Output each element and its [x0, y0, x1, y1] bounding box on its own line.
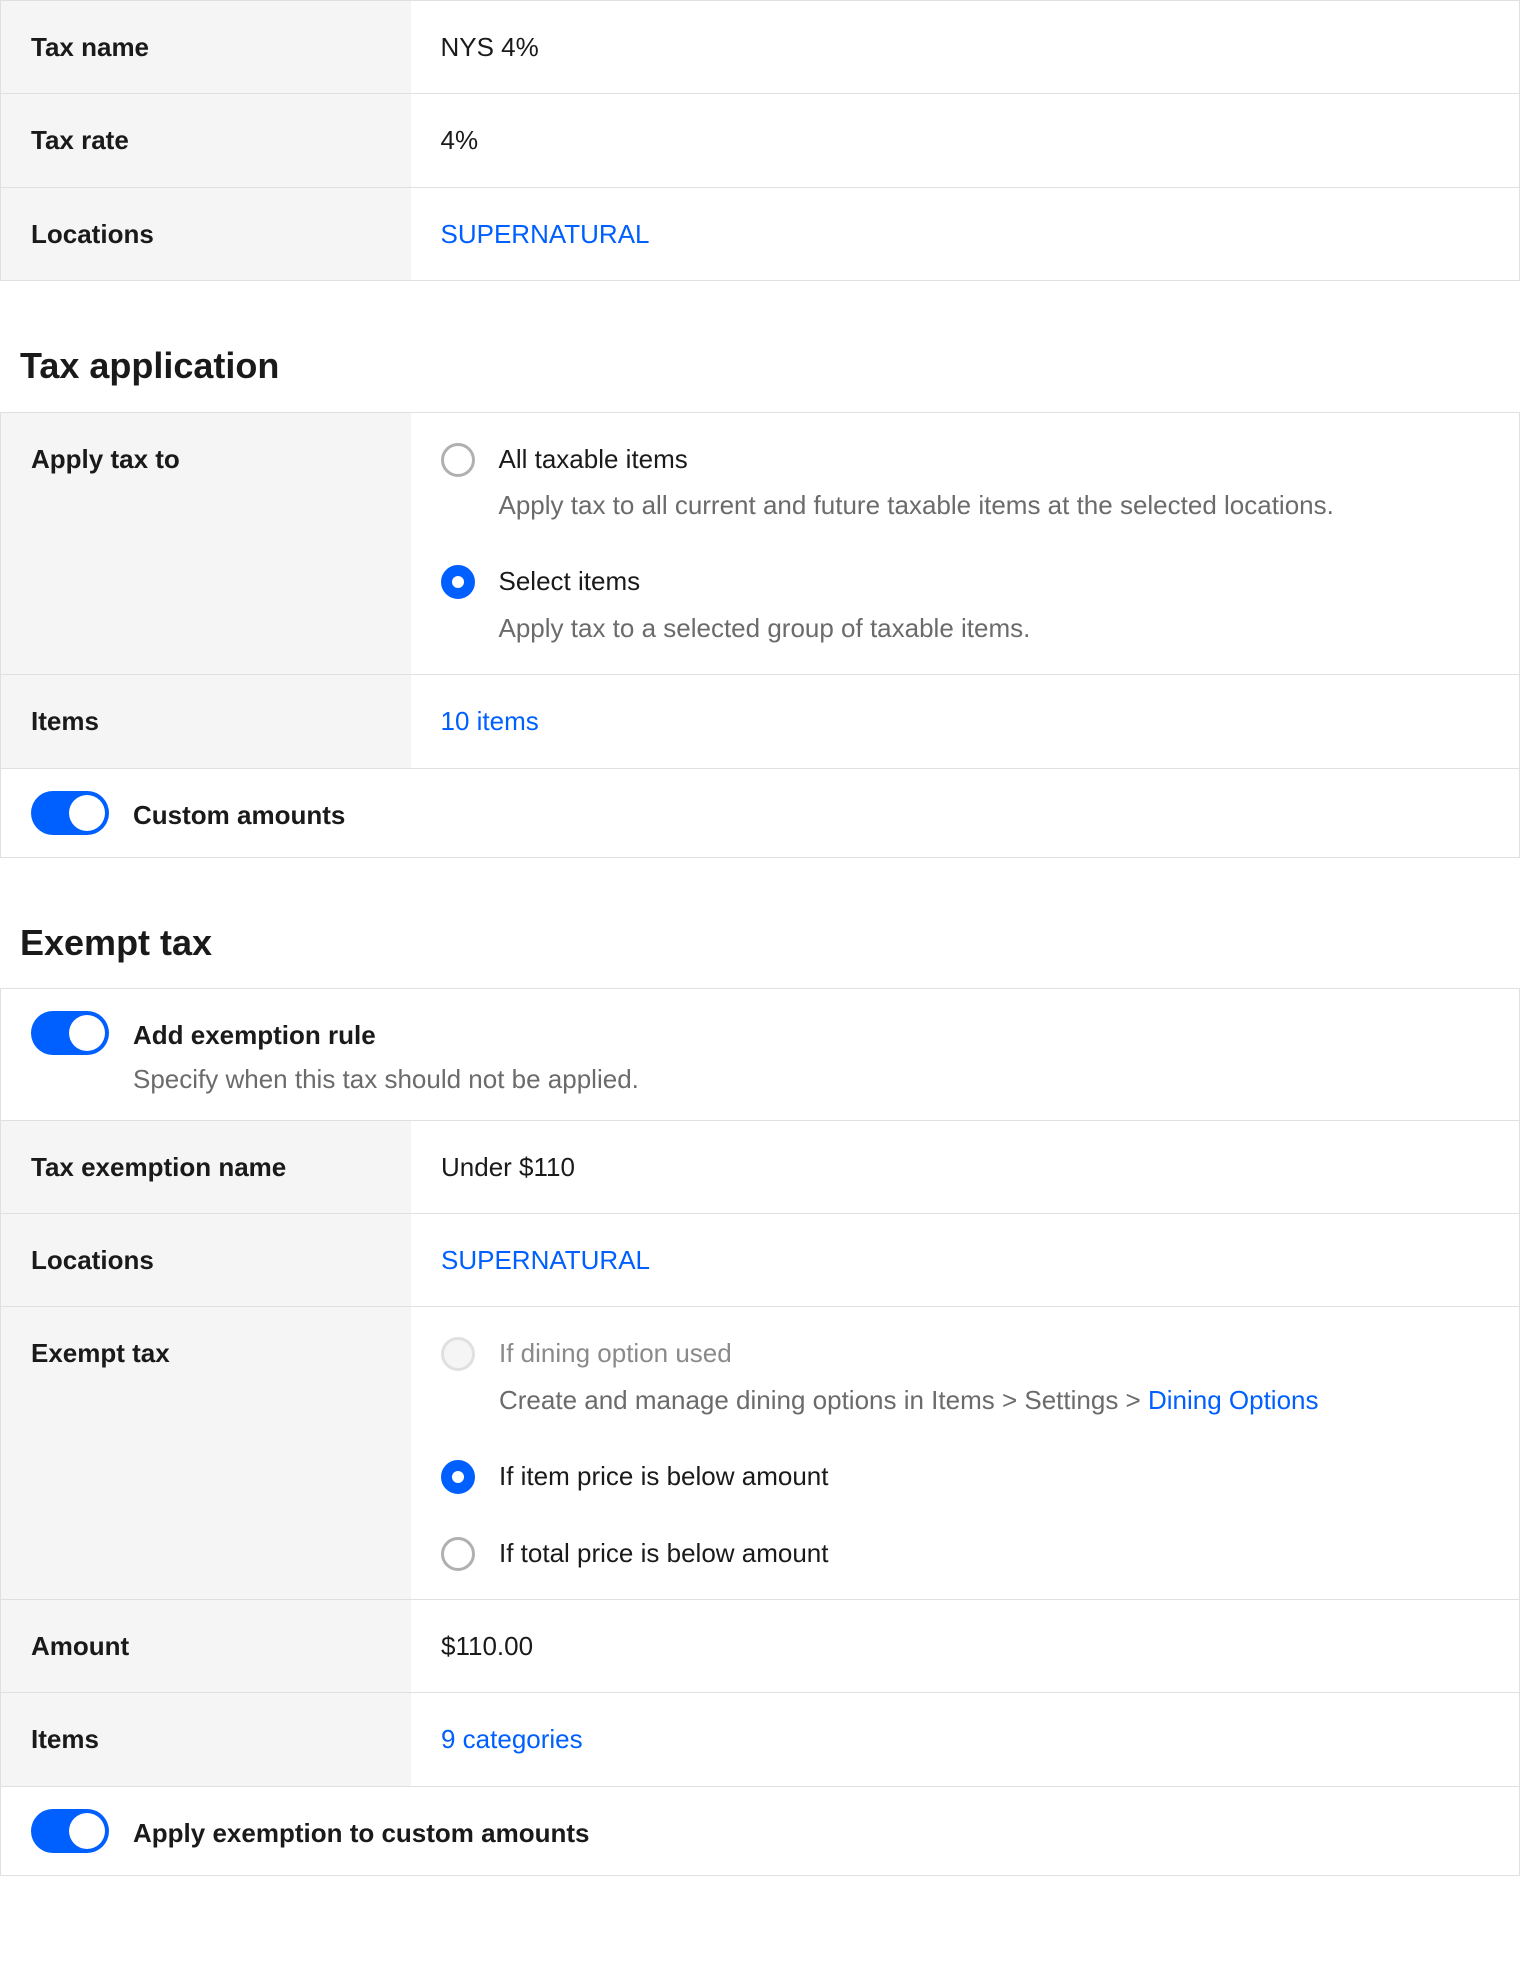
apply-select-desc: Apply tax to a selected group of taxable… — [499, 610, 1031, 646]
add-exemption-desc: Specify when this tax should not be appl… — [133, 1061, 639, 1097]
apply-all-option[interactable]: All taxable items Apply tax to all curre… — [441, 441, 1490, 524]
add-exemption-toggle[interactable] — [31, 1011, 109, 1055]
exempt-tax-title: Exempt tax — [0, 918, 1520, 988]
exempt-locations-link[interactable]: SUPERNATURAL — [441, 1245, 650, 1275]
tax-details-table: Tax name NYS 4% Tax rate 4% Locations SU… — [0, 0, 1520, 281]
amount-label: Amount — [1, 1600, 411, 1693]
custom-amounts-toggle[interactable] — [31, 791, 109, 835]
dining-options-link[interactable]: Dining Options — [1148, 1385, 1319, 1415]
radio-unselected-icon[interactable] — [441, 1537, 475, 1571]
locations-label: Locations — [1, 187, 411, 280]
radio-selected-icon[interactable] — [441, 1460, 475, 1494]
tax-application-table: Apply tax to All taxable items Apply tax… — [0, 412, 1520, 858]
apply-exemption-custom-label: Apply exemption to custom amounts — [133, 1809, 590, 1851]
radio-unselected-icon[interactable] — [441, 443, 475, 477]
items-link[interactable]: 10 items — [441, 706, 539, 736]
apply-select-option[interactable]: Select items Apply tax to a selected gro… — [441, 563, 1490, 646]
add-exemption-label: Add exemption rule — [133, 1011, 639, 1053]
exempt-item-price-option[interactable]: If item price is below amount — [441, 1458, 1489, 1494]
exemption-name-value: Under $110 — [411, 1120, 1519, 1213]
tax-application-title: Tax application — [0, 341, 1520, 411]
apply-all-desc: Apply tax to all current and future taxa… — [499, 487, 1334, 523]
exempt-tax-panel: Add exemption rule Specify when this tax… — [0, 988, 1520, 1876]
exempt-locations-label: Locations — [1, 1214, 411, 1307]
tax-name-label: Tax name — [1, 1, 411, 94]
radio-selected-icon[interactable] — [441, 565, 475, 599]
exemption-name-label: Tax exemption name — [1, 1120, 411, 1213]
tax-name-value: NYS 4% — [411, 1, 1520, 94]
tax-rate-value: 4% — [411, 94, 1520, 187]
exempt-tax-label: Exempt tax — [1, 1307, 411, 1600]
locations-link[interactable]: SUPERNATURAL — [441, 219, 650, 249]
exempt-items-label: Items — [1, 1693, 411, 1786]
items-label: Items — [1, 675, 411, 768]
exempt-dining-desc: Create and manage dining options in Item… — [499, 1382, 1319, 1418]
exempt-dining-label: If dining option used — [499, 1335, 1319, 1371]
exempt-item-price-label: If item price is below amount — [499, 1458, 828, 1494]
apply-all-label: All taxable items — [499, 441, 1334, 477]
custom-amounts-label: Custom amounts — [133, 791, 345, 833]
exempt-items-link[interactable]: 9 categories — [441, 1724, 583, 1754]
tax-rate-label: Tax rate — [1, 94, 411, 187]
exempt-total-price-option[interactable]: If total price is below amount — [441, 1535, 1489, 1571]
radio-disabled-icon — [441, 1337, 475, 1371]
exempt-dining-option: If dining option used Create and manage … — [441, 1335, 1489, 1418]
exempt-total-price-label: If total price is below amount — [499, 1535, 829, 1571]
apply-tax-to-label: Apply tax to — [1, 412, 411, 675]
apply-exemption-custom-toggle[interactable] — [31, 1809, 109, 1853]
amount-value: $110.00 — [411, 1600, 1519, 1693]
apply-select-label: Select items — [499, 563, 1031, 599]
